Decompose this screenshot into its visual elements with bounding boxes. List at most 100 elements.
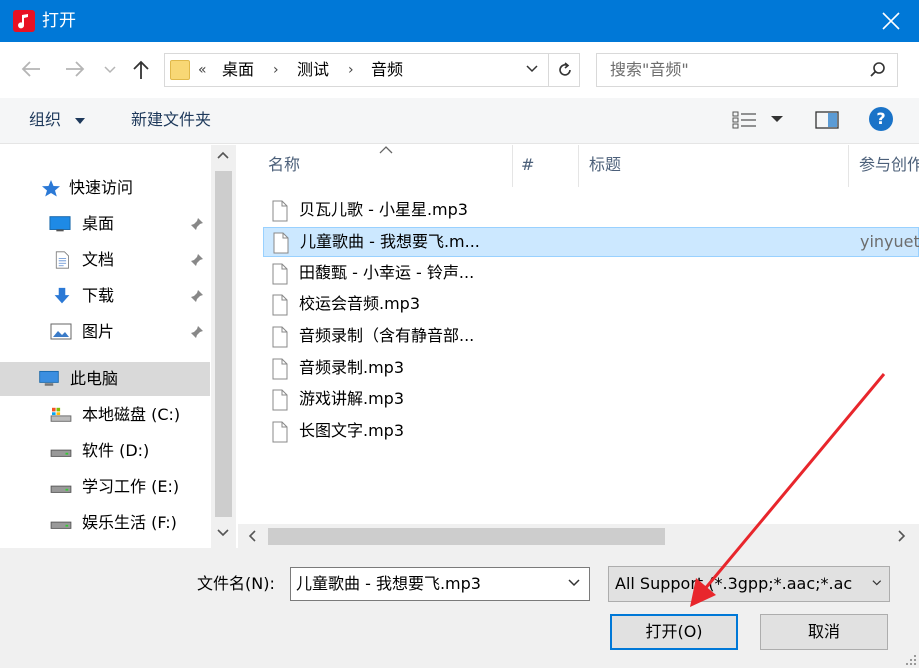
nav-drive-label: 娱乐生活 (F:) [82,513,177,532]
file-icon [272,294,288,316]
dialog-footer: 文件名(N): 儿童歌曲 - 我想要飞.mp3 All Support (*.3… [0,548,919,668]
organize-dropdown-icon[interactable] [74,118,86,125]
file-row[interactable]: 田馥甄 - 小幸运 - 铃声... [263,259,919,289]
nav-drive-label: 软件 (D:) [82,441,150,460]
file-icon [272,421,288,443]
column-header-number[interactable]: # [521,155,534,175]
search-box[interactable]: 搜索"音频" [596,53,898,87]
scroll-right-icon[interactable] [898,530,906,542]
nav-item-label: 下载 [82,286,115,305]
nav-drive-f[interactable]: 娱乐生活 (F:) [0,506,210,540]
file-list-horizontal-scrollbar[interactable] [238,524,919,548]
scroll-up-icon[interactable] [217,151,229,159]
breadcrumb-desktop[interactable]: 桌面 [222,60,254,80]
app-music-icon [13,10,35,32]
nav-quick-access[interactable]: 快速访问 [0,171,210,205]
refresh-button[interactable] [548,53,580,87]
nav-item-pictures[interactable]: 图片 [0,315,210,349]
up-arrow-icon[interactable] [131,59,151,81]
filename-value[interactable]: 儿童歌曲 - 我想要飞.mp3 [296,574,481,594]
search-icon[interactable] [869,61,887,79]
scrollbar-thumb[interactable] [215,171,232,517]
breadcrumb-test[interactable]: 测试 [297,60,329,80]
pin-icon[interactable] [190,253,204,267]
filetype-dropdown-icon[interactable] [865,578,883,588]
column-divider[interactable] [848,145,849,187]
pin-icon[interactable] [190,289,204,303]
close-button[interactable] [863,0,919,42]
resize-grip-icon[interactable] [905,654,917,666]
cancel-button[interactable]: 取消 [760,614,888,650]
nav-drive-c[interactable]: 本地磁盘 (C:) [0,398,210,432]
filename-input[interactable]: 儿童歌曲 - 我想要飞.mp3 [290,567,590,601]
change-view-icon[interactable] [732,110,788,130]
close-icon [882,12,900,30]
file-row[interactable]: 长图文字.mp3 [263,417,919,447]
recent-locations-chevron-icon[interactable] [104,66,116,74]
navigation-scrollbar[interactable] [211,145,236,548]
column-header-title[interactable]: 标题 [589,155,621,175]
file-name: 贝瓦儿歌 - 小星星.mp3 [299,200,468,219]
sort-ascending-icon [379,146,393,154]
file-icon [272,200,288,222]
nav-item-downloads[interactable]: 下载 [0,279,210,313]
nav-item-label: 桌面 [82,214,115,233]
column-header-name[interactable]: 名称 [268,155,300,175]
forward-arrow-icon[interactable] [64,59,86,79]
scrollbar-thumb[interactable] [268,528,665,545]
search-placeholder[interactable]: 搜索"音频" [610,60,689,80]
help-icon[interactable]: ? [869,107,893,131]
file-icon [272,389,288,411]
file-name: 儿童歌曲 - 我想要飞.m... [300,232,480,251]
nav-drive-d[interactable]: 软件 (D:) [0,434,210,468]
column-divider[interactable] [578,145,579,187]
nav-item-desktop[interactable]: 桌面 [0,207,210,241]
nav-drive-e[interactable]: 学习工作 (E:) [0,470,210,504]
nav-this-pc[interactable]: 此电脑 [0,362,210,396]
scroll-down-icon[interactable] [217,529,229,537]
address-bar[interactable]: « 桌面 › 测试 › 音频 [164,53,580,87]
pictures-icon [50,323,72,340]
breadcrumb-separator-icon[interactable]: › [348,60,354,80]
pin-icon[interactable] [190,217,204,231]
filename-dropdown-icon[interactable] [567,578,581,588]
file-row-selected[interactable]: 儿童歌曲 - 我想要飞.m... yinyuet [263,227,919,257]
file-row[interactable]: 校运会音频.mp3 [263,290,919,320]
window-title: 打开 [42,11,76,31]
address-dropdown-icon[interactable] [525,62,539,76]
file-name: 音频录制（含有静音部... [299,326,475,345]
open-button[interactable]: 打开(O) [610,614,738,650]
organize-menu[interactable]: 组织 [29,110,61,130]
nav-item-label: 文档 [82,250,115,269]
file-icon [273,232,289,254]
system-drive-icon [50,407,72,422]
filetype-select[interactable]: All Support (*.3gpp;*.aac;*.ac [608,566,890,602]
preview-pane-icon[interactable] [815,111,839,129]
nav-quick-access-label: 快速访问 [69,178,134,197]
refresh-icon [559,62,571,76]
title-bar: 打开 [0,0,919,42]
file-row[interactable]: 音频录制（含有静音部... [263,322,919,352]
file-name: 长图文字.mp3 [299,421,405,440]
file-row[interactable]: 音频录制.mp3 [263,354,919,384]
new-folder-button[interactable]: 新建文件夹 [131,110,211,130]
breadcrumb-audio[interactable]: 音频 [371,60,403,80]
file-icon [272,326,288,348]
file-icon [272,263,288,285]
file-icon [272,358,288,380]
scroll-left-icon[interactable] [248,530,256,542]
back-arrow-icon[interactable] [20,59,42,79]
column-header-contributing-artists[interactable]: 参与创作 [859,155,919,175]
file-row[interactable]: 游戏讲解.mp3 [263,385,919,415]
nav-item-documents[interactable]: 文档 [0,243,210,277]
computer-icon [39,370,59,386]
drive-icon [50,485,72,493]
breadcrumb-overflow[interactable]: « [198,60,207,80]
nav-drive-label: 学习工作 (E:) [82,477,180,496]
breadcrumb-separator-icon[interactable]: › [273,60,279,80]
column-divider[interactable] [512,145,513,187]
download-icon [54,287,70,304]
file-row[interactable]: 贝瓦儿歌 - 小星星.mp3 [263,196,919,226]
star-icon [42,180,60,197]
pin-icon[interactable] [190,325,204,339]
